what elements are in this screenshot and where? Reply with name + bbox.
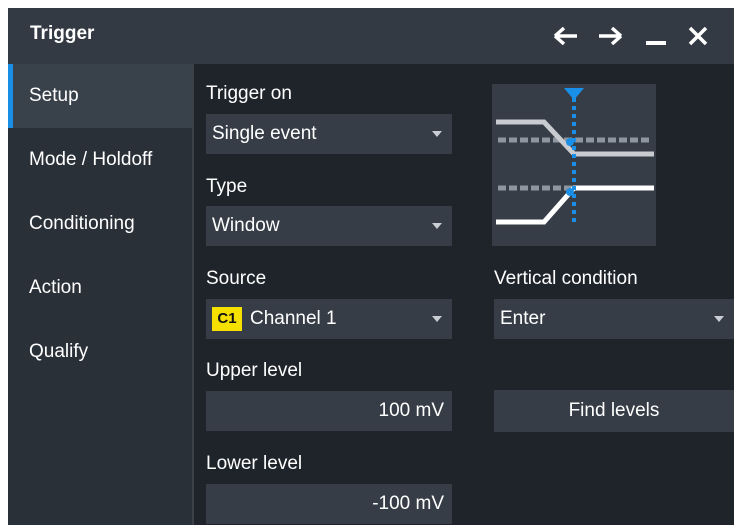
sidebar-item-label: Action	[29, 277, 82, 298]
sidebar-item-label: Qualify	[29, 341, 89, 362]
vertical-condition-value: Enter	[500, 308, 546, 329]
minimize-icon[interactable]	[638, 18, 674, 54]
sidebar-item-label: Mode / Holdoff	[29, 149, 153, 170]
trigger-on-select[interactable]: Single event	[206, 114, 452, 154]
trigger-dialog: Trigger Setup Mode / Holdoff Conditionin…	[8, 8, 734, 525]
sidebar-item-setup[interactable]: Setup	[8, 64, 192, 128]
upper-level-value: 100 mV	[378, 400, 444, 421]
find-levels-button[interactable]: Find levels	[494, 390, 734, 432]
chevron-down-icon	[432, 131, 442, 137]
lower-level-value: -100 mV	[372, 493, 444, 514]
chevron-down-icon	[714, 316, 724, 322]
sidebar: Setup Mode / Holdoff Conditioning Action…	[8, 64, 192, 525]
arrow-left-icon[interactable]	[548, 18, 584, 54]
sidebar-divider	[192, 64, 194, 525]
type-value: Window	[212, 215, 280, 236]
upper-level-input[interactable]: 100 mV	[206, 391, 452, 431]
lower-level-input[interactable]: -100 mV	[206, 484, 452, 524]
upper-level-label: Upper level	[206, 360, 303, 381]
channel-badge: C1	[212, 307, 242, 331]
active-indicator	[8, 64, 13, 128]
sidebar-item-label: Conditioning	[29, 213, 135, 234]
chevron-down-icon	[432, 316, 442, 322]
title-bar: Trigger	[8, 8, 734, 64]
type-label: Type	[206, 176, 248, 197]
dialog-title: Trigger	[30, 23, 95, 44]
type-select[interactable]: Window	[206, 206, 452, 246]
sidebar-item-conditioning[interactable]: Conditioning	[8, 192, 192, 256]
sidebar-item-action[interactable]: Action	[8, 256, 192, 320]
lower-level-label: Lower level	[206, 453, 303, 474]
sidebar-item-qualify[interactable]: Qualify	[8, 320, 192, 384]
trigger-on-value: Single event	[212, 123, 317, 144]
vertical-condition-select[interactable]: Enter	[494, 299, 734, 339]
source-select[interactable]: C1 Channel 1	[206, 299, 452, 339]
source-value: Channel 1	[250, 308, 337, 329]
window-trigger-diagram	[492, 84, 656, 246]
vertical-condition-label: Vertical condition	[494, 268, 638, 289]
source-label: Source	[206, 268, 267, 289]
window-trigger-icon	[496, 88, 654, 225]
sidebar-item-mode-holdoff[interactable]: Mode / Holdoff	[8, 128, 192, 192]
arrow-right-icon[interactable]	[592, 18, 628, 54]
chevron-down-icon	[432, 223, 442, 229]
close-icon[interactable]	[680, 18, 716, 54]
sidebar-item-label: Setup	[29, 85, 79, 106]
trigger-on-label: Trigger on	[206, 83, 292, 104]
